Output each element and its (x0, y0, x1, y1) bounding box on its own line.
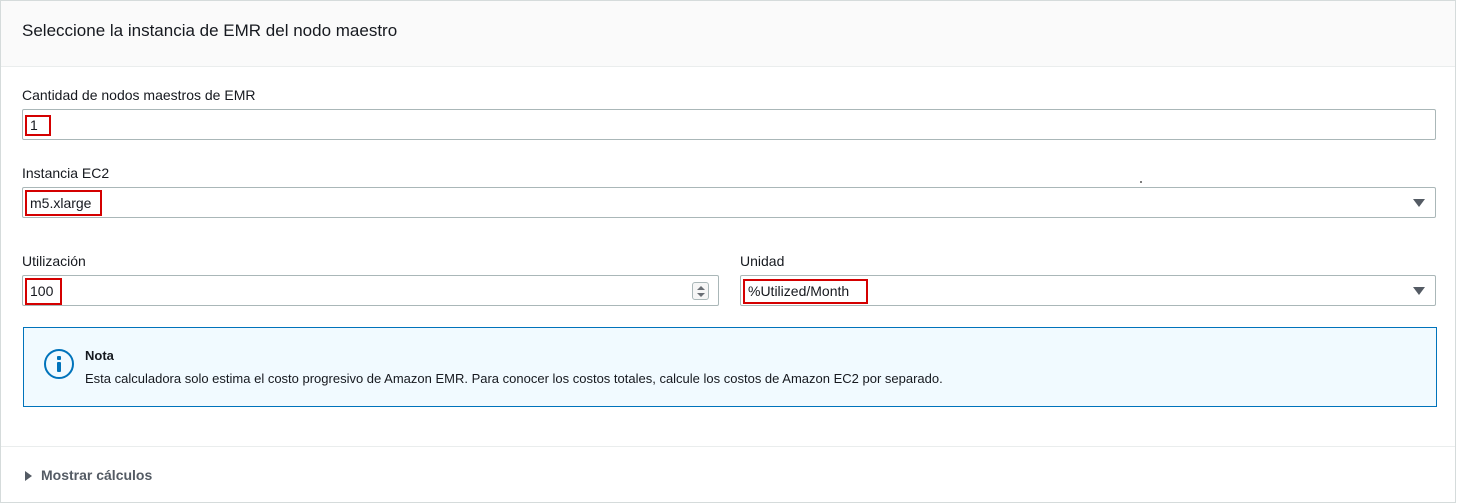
show-calculations-label: Mostrar cálculos (41, 467, 153, 483)
panel-header: Seleccione la instancia de EMR del nodo … (1, 1, 1455, 67)
unit-highlight (743, 279, 868, 304)
master-count-highlight (25, 115, 51, 136)
utilization-input[interactable]: 100 (22, 275, 719, 306)
stepper-up-icon (697, 286, 705, 290)
info-icon (44, 349, 74, 379)
footer-divider (1, 446, 1455, 447)
unit-label: Unidad (740, 253, 785, 269)
utilization-highlight (25, 278, 62, 305)
panel-title: Seleccione la instancia de EMR del nodo … (22, 21, 398, 40)
utilization-label: Utilización (22, 253, 86, 269)
master-count-input[interactable]: 1 (22, 109, 1436, 140)
emr-master-node-panel: Seleccione la instancia de EMR del nodo … (0, 0, 1456, 503)
master-count-label: Cantidad de nodos maestros de EMR (22, 87, 256, 103)
ec2-instance-select[interactable]: m5.xlarge (22, 187, 1436, 218)
artifact-dot (1140, 181, 1142, 183)
stepper-down-icon (697, 293, 705, 297)
ec2-instance-highlight (25, 190, 102, 216)
number-stepper[interactable] (692, 282, 709, 300)
caret-down-icon (1413, 287, 1425, 295)
ec2-instance-label: Instancia EC2 (22, 165, 110, 181)
alert-title: Nota (85, 348, 114, 363)
caret-right-icon (25, 471, 32, 481)
info-alert: Nota Esta calculadora solo estima el cos… (23, 327, 1437, 407)
caret-down-icon (1413, 199, 1425, 207)
alert-body: Esta calculadora solo estima el costo pr… (85, 371, 943, 386)
